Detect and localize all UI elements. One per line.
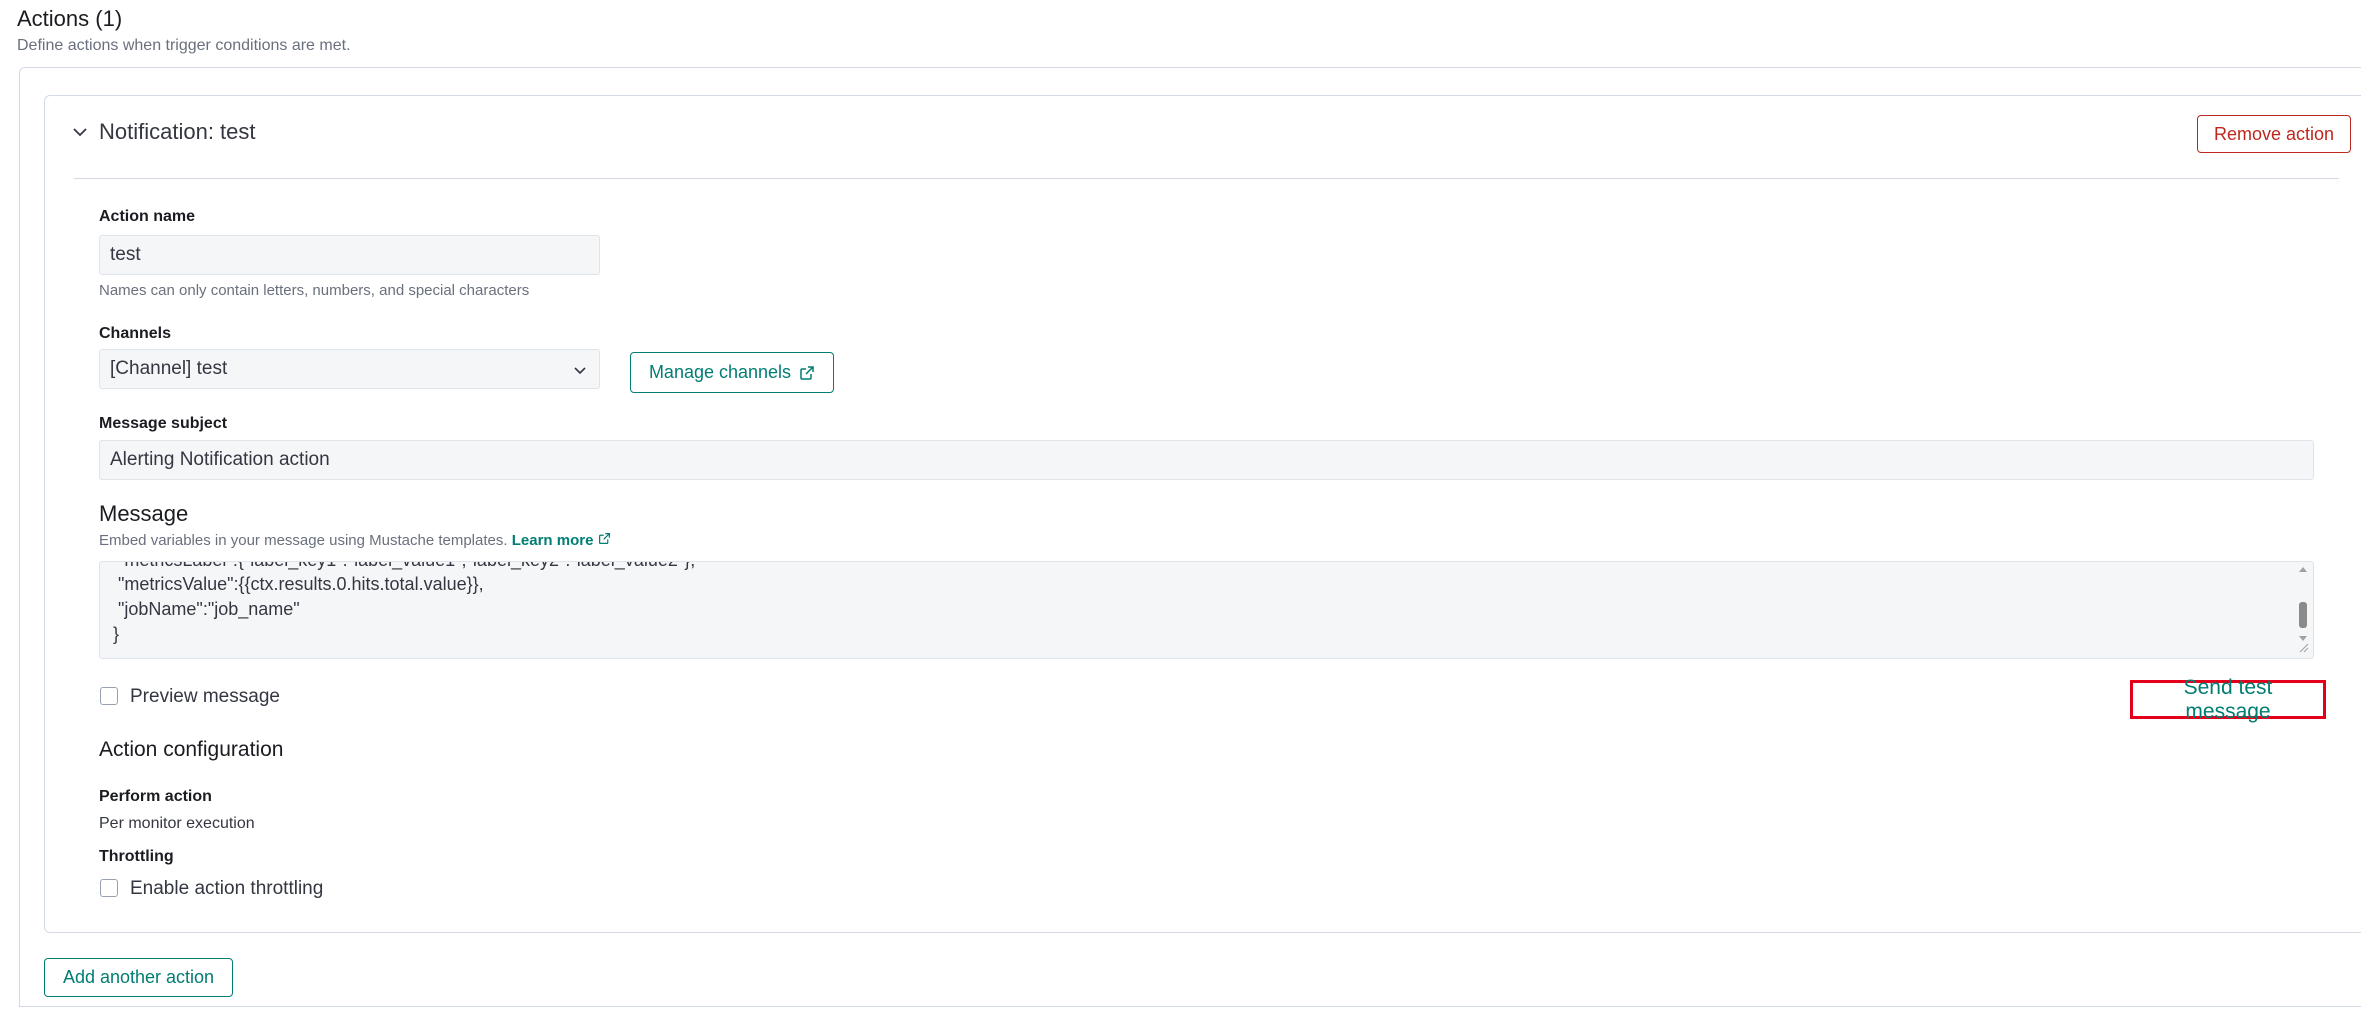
enable-throttling-checkbox[interactable] <box>100 879 118 897</box>
action-card <box>44 95 2361 933</box>
action-name-help: Names can only contain letters, numbers,… <box>99 282 530 299</box>
external-link-icon <box>800 365 814 380</box>
message-subject-value: Alerting Notification action <box>110 449 330 470</box>
remove-action-button[interactable]: Remove action <box>2197 115 2351 153</box>
learn-more-link[interactable]: Learn more <box>512 532 611 549</box>
action-configuration-heading: Action configuration <box>99 738 284 761</box>
perform-action-label: Perform action <box>99 788 212 805</box>
manage-channels-label: Manage channels <box>648 362 792 382</box>
learn-more-label: Learn more <box>511 532 594 549</box>
action-name-label: Action name <box>99 208 196 225</box>
message-line: } <box>113 624 120 644</box>
section-title: Actions (1) <box>17 6 123 31</box>
message-textarea[interactable]: "metricsLabel":{"label_key1":"label_valu… <box>99 561 2314 659</box>
textarea-scrollbar[interactable] <box>2297 566 2309 654</box>
manage-channels-button[interactable]: Manage channels <box>630 352 834 393</box>
preview-message-checkbox[interactable] <box>100 687 118 705</box>
enable-throttling-label: Enable action throttling <box>130 878 324 899</box>
message-heading: Message <box>99 501 189 526</box>
throttling-label: Throttling <box>99 848 174 865</box>
external-link-icon <box>598 533 610 544</box>
message-description-text: Embed variables in your message using Mu… <box>99 532 508 549</box>
message-line: "jobName":"job_name" <box>113 599 300 619</box>
message-line: "metricsLabel":{"label_key1":"label_valu… <box>113 562 695 571</box>
section-description: Define actions when trigger conditions a… <box>17 37 351 54</box>
message-description: Embed variables in your message using Mu… <box>99 532 611 549</box>
channels-label: Channels <box>99 325 172 342</box>
chevron-down-icon[interactable] <box>70 122 90 142</box>
channels-value: [Channel] test <box>110 358 228 379</box>
preview-message-label: Preview message <box>130 686 280 707</box>
channels-select[interactable]: [Channel] test <box>99 349 600 389</box>
perform-action-value: Per monitor execution <box>99 815 255 832</box>
send-test-message-button[interactable]: Send test message <box>2130 676 2326 723</box>
action-name-input[interactable]: test <box>99 235 600 275</box>
message-subject-input[interactable]: Alerting Notification action <box>99 440 2314 480</box>
add-another-action-button[interactable]: Add another action <box>44 958 233 997</box>
message-line: "metricsValue":{{ctx.results.0.hits.tota… <box>113 574 484 594</box>
action-accordion-title[interactable]: Notification: test <box>99 119 256 145</box>
chevron-down-icon <box>574 367 586 375</box>
action-name-value: test <box>110 244 141 265</box>
message-subject-label: Message subject <box>99 415 228 432</box>
divider <box>74 178 2339 179</box>
